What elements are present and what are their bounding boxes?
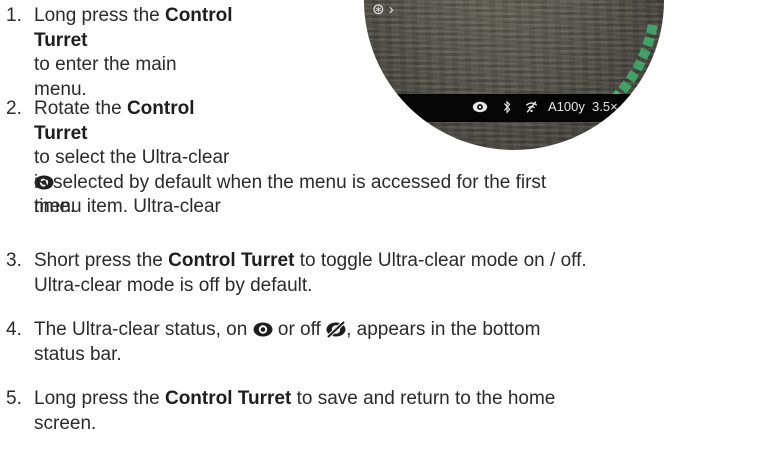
reticle-menu-indicator: ⊛ › — [372, 1, 394, 18]
step-number: 4. — [6, 319, 22, 340]
step-text: time. — [34, 196, 76, 217]
step-text: Rotate the — [34, 98, 127, 119]
step-text: is selected by default when the menu is … — [34, 171, 547, 193]
control-turret-label: Control — [164, 5, 233, 26]
control-turret-label: Turret — [34, 29, 88, 51]
step-text: to select the Ultra-clear — [34, 147, 230, 168]
scope-status-bar — [364, 94, 664, 122]
step-text: Short press the — [34, 250, 169, 271]
range-readout: A100y — [548, 99, 585, 114]
dial-segment — [632, 59, 646, 72]
step-text: , appears in the bottom — [346, 319, 541, 340]
dial-segment — [625, 70, 640, 83]
control-turret-label: Control Turret — [168, 250, 295, 271]
dial-segment — [646, 24, 658, 35]
bluetooth-icon — [503, 100, 511, 114]
step-text: to enter the main — [34, 54, 177, 75]
ultra-clear-on-icon — [472, 101, 488, 113]
ultra-clear-on-icon — [253, 322, 273, 337]
scope-display-image: ⊛ › A100y 3.5× — [364, 0, 664, 150]
dial-segment — [642, 36, 655, 48]
step-text: The Ultra-clear status, on — [34, 319, 253, 340]
step-text: screen. — [34, 412, 97, 434]
dial-segment — [618, 80, 632, 94]
dial-segment — [638, 47, 651, 60]
control-turret-label: Control Turret — [164, 388, 292, 409]
step-number: 5. — [6, 388, 22, 409]
step-number: 2. — [6, 98, 22, 119]
step-number: 3. — [6, 250, 22, 271]
step-text: Ultra-clear mode is off by default. — [34, 274, 313, 296]
step-text: to save and return to the home — [291, 388, 556, 409]
step-number: 1. — [6, 5, 22, 26]
step-text: to toggle Ultra-clear mode on / off. — [294, 250, 587, 271]
wifi-off-icon — [525, 101, 538, 113]
step-text: Long press the — [34, 388, 165, 409]
zoom-readout: 3.5× — [592, 99, 618, 114]
scope-dial-arc — [591, 24, 658, 121]
step-text: status bar. — [34, 343, 122, 365]
ultra-clear-off-icon — [326, 321, 346, 338]
step-text: Long press the — [34, 5, 165, 26]
step-text: or off — [272, 319, 327, 340]
